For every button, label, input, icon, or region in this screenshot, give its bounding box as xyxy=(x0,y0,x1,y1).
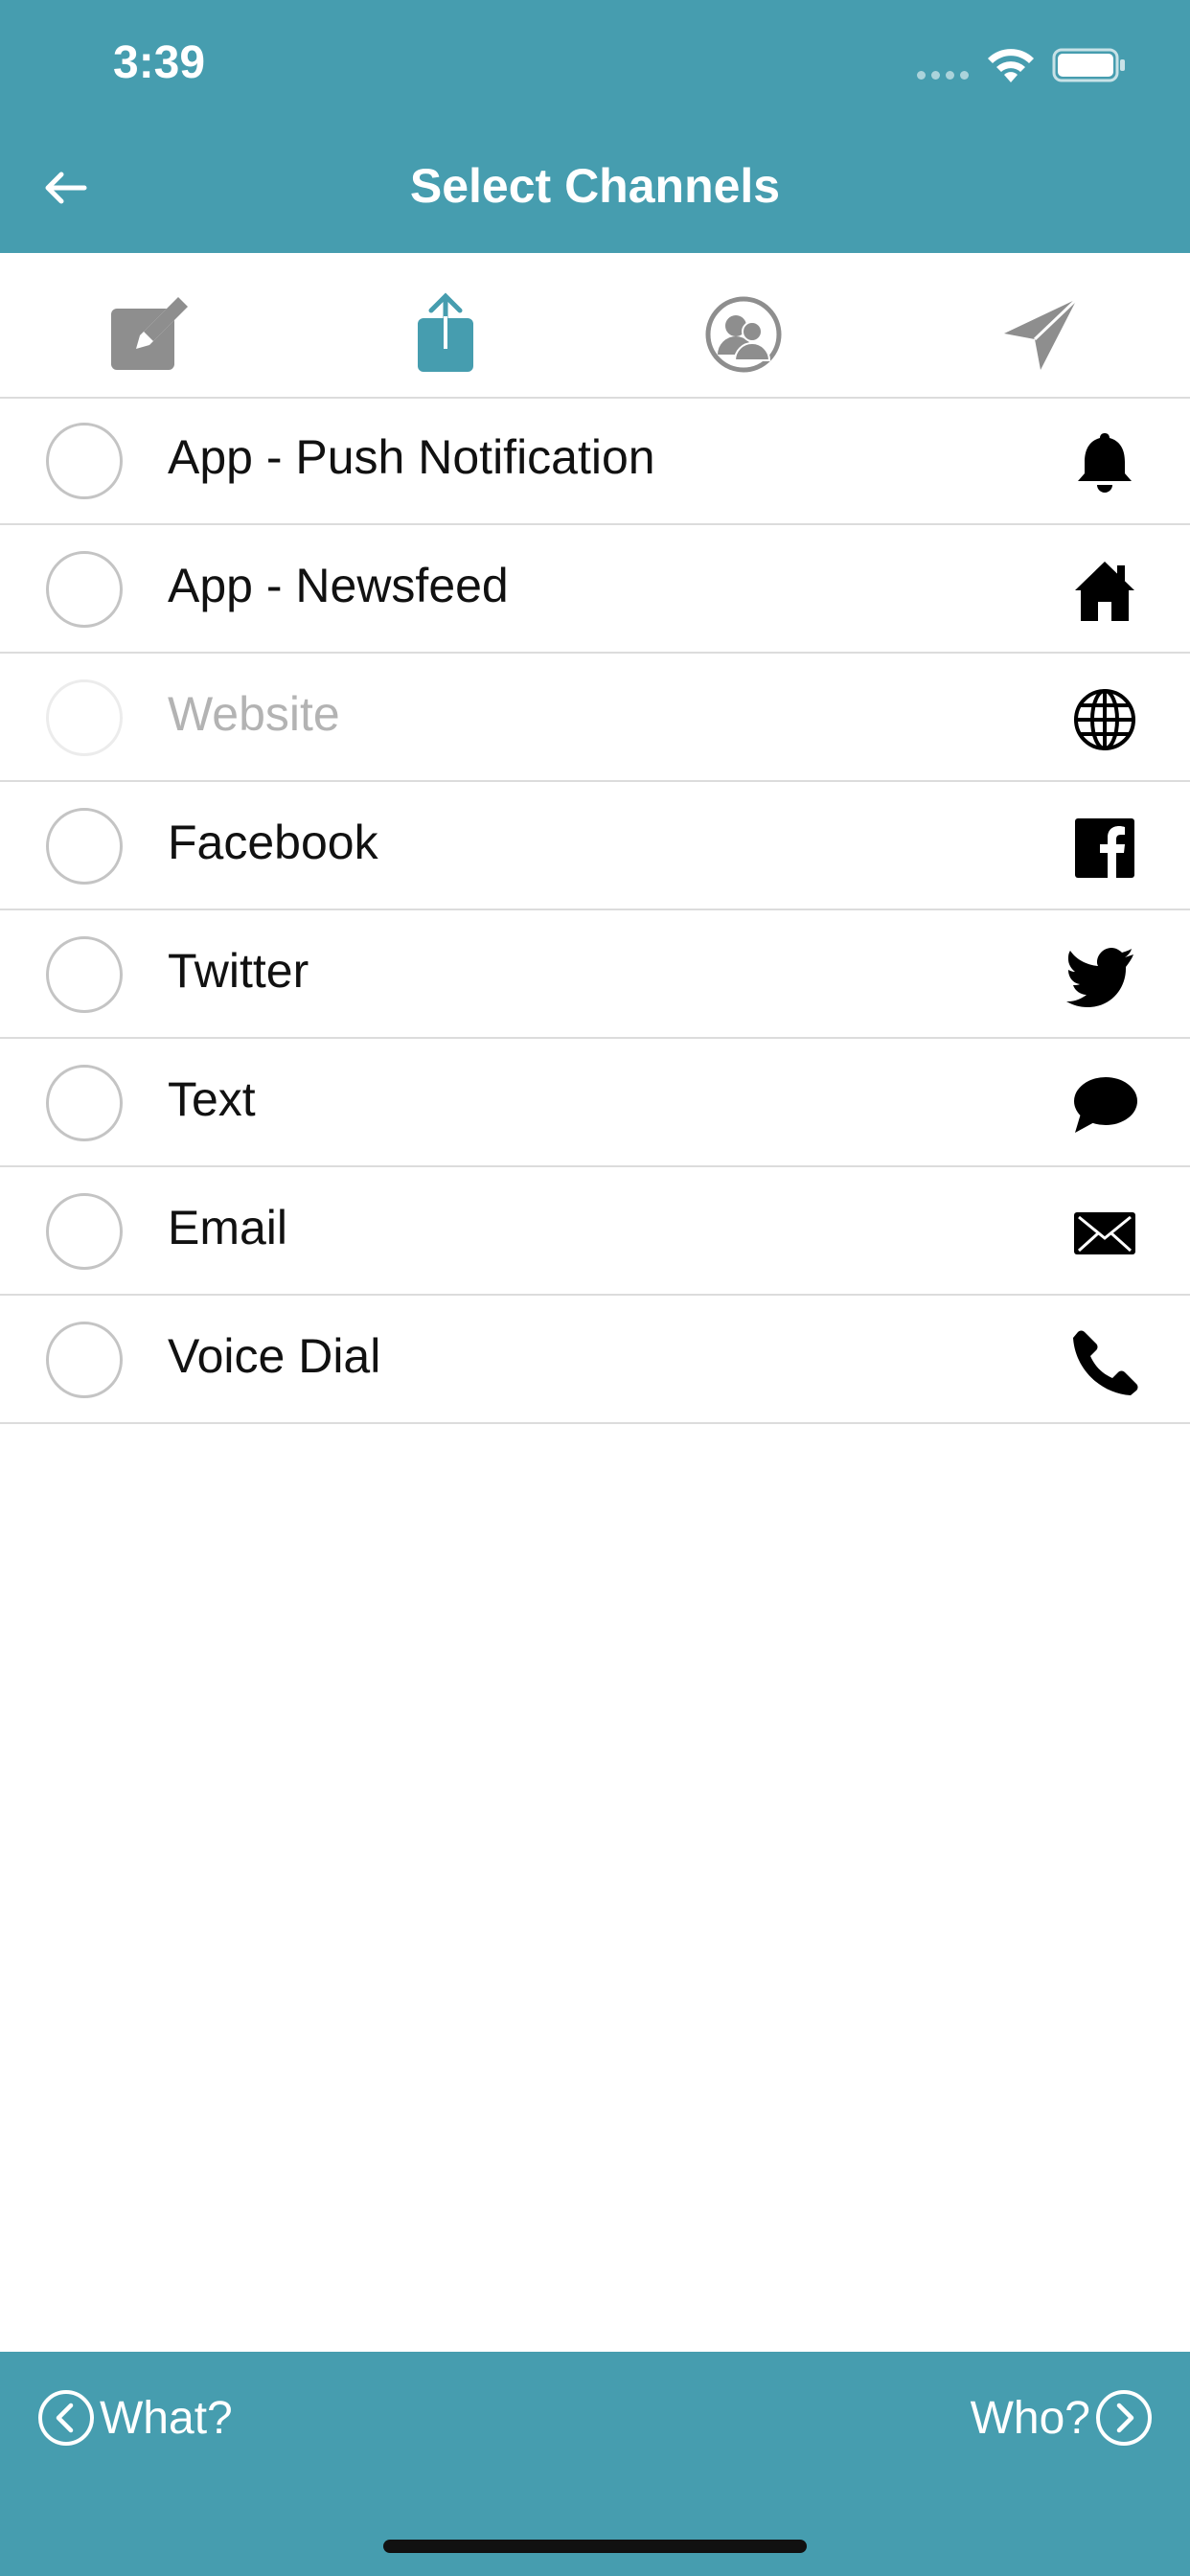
home-icon xyxy=(1075,562,1134,621)
wifi-icon xyxy=(988,49,1034,82)
globe-icon xyxy=(1074,689,1135,750)
channel-radio xyxy=(46,679,123,756)
next-step-button[interactable]: Who? xyxy=(971,2388,1154,2448)
status-time: 3:39 xyxy=(113,37,206,88)
channel-row-push-notification[interactable]: App - Push Notification xyxy=(0,397,1190,525)
channel-radio[interactable] xyxy=(46,1193,123,1270)
channel-radio[interactable] xyxy=(46,1322,123,1398)
channel-radio[interactable] xyxy=(46,551,123,628)
channel-row-website: Website xyxy=(0,654,1190,782)
channel-label: Email xyxy=(168,1201,288,1254)
channel-label: Voice Dial xyxy=(168,1329,381,1383)
home-indicator[interactable] xyxy=(383,2540,807,2553)
battery-icon xyxy=(1052,48,1125,82)
wizard-step-bar xyxy=(0,253,1190,399)
share-upload-icon[interactable] xyxy=(402,291,489,378)
chevron-left-circle-icon xyxy=(38,2390,94,2446)
channel-list: App - Push Notification App - Newsfeed W… xyxy=(0,397,1190,1424)
channel-label: App - Newsfeed xyxy=(168,559,509,612)
channel-label: Website xyxy=(168,687,340,741)
prev-step-button[interactable]: What? xyxy=(36,2388,233,2448)
channel-radio[interactable] xyxy=(46,1065,123,1141)
channel-row-email[interactable]: Email xyxy=(0,1167,1190,1296)
facebook-icon xyxy=(1075,818,1134,878)
next-step-label: Who? xyxy=(970,2392,1090,2444)
channel-row-text[interactable]: Text xyxy=(0,1039,1190,1167)
prev-step-label: What? xyxy=(100,2392,233,2444)
channel-radio[interactable] xyxy=(46,808,123,885)
speech-bubble-icon xyxy=(1074,1077,1137,1133)
channel-label: App - Push Notification xyxy=(168,430,655,484)
bell-icon xyxy=(1078,433,1132,493)
paper-plane-icon[interactable] xyxy=(998,291,1085,378)
edit-icon[interactable] xyxy=(105,291,192,378)
envelope-icon xyxy=(1074,1212,1135,1254)
channel-radio[interactable] xyxy=(46,423,123,499)
channel-row-voice-dial[interactable]: Voice Dial xyxy=(0,1296,1190,1424)
channel-label: Text xyxy=(168,1072,256,1126)
channel-label: Facebook xyxy=(168,816,378,869)
signal-strength-icon xyxy=(917,71,969,80)
users-icon[interactable] xyxy=(700,291,787,378)
twitter-icon xyxy=(1066,948,1133,1007)
chevron-right-circle-icon xyxy=(1096,2390,1152,2446)
wizard-footer: What? Who? xyxy=(0,2352,1190,2576)
channel-row-newsfeed[interactable]: App - Newsfeed xyxy=(0,525,1190,654)
channel-label: Twitter xyxy=(168,944,309,998)
page-title: Select Channels xyxy=(409,159,781,213)
channel-row-facebook[interactable]: Facebook xyxy=(0,782,1190,910)
phone-icon xyxy=(1073,1330,1138,1395)
channel-row-twitter[interactable]: Twitter xyxy=(0,910,1190,1039)
channel-radio[interactable] xyxy=(46,936,123,1013)
app-header: 3:39 Select Channels xyxy=(0,0,1190,253)
